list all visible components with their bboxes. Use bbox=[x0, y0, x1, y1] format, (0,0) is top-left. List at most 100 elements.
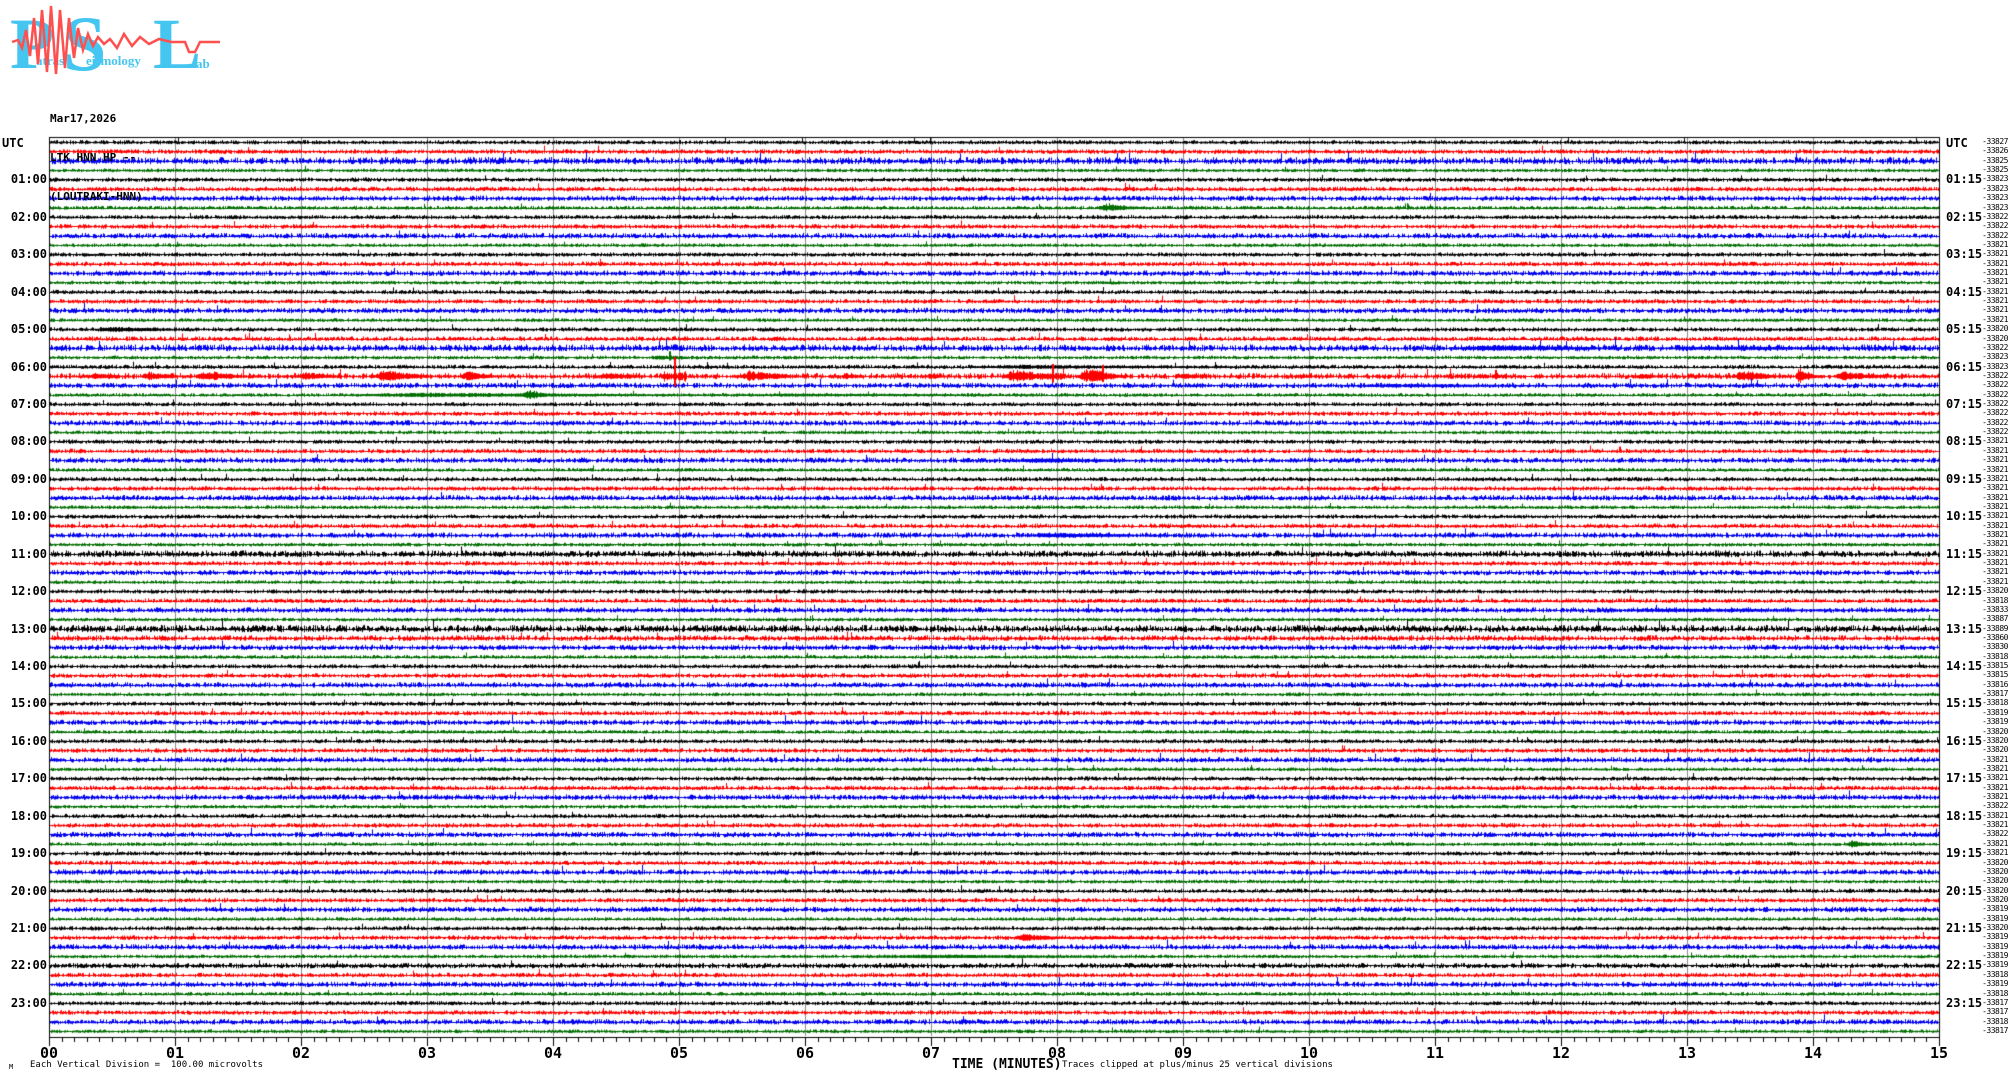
trace-offset-value: -33817 bbox=[1982, 689, 2008, 699]
trace-offset-value: -33821 bbox=[1982, 530, 2008, 540]
header-block: Mar17,2026 LTK HNN HP -- (LOUTRAKI-HNN) bbox=[50, 86, 143, 229]
trace-offset-value: -33830 bbox=[1982, 642, 2008, 652]
trace-offset-value: -33822 bbox=[1982, 380, 2008, 390]
trace-offset-value: -33820 bbox=[1982, 586, 2008, 596]
trace-offset-value: -33822 bbox=[1982, 427, 2008, 437]
trace-offset-value: -33819 bbox=[1982, 904, 2008, 914]
trace-offset-value: -33816 bbox=[1982, 679, 2008, 689]
footer-mark: M bbox=[9, 1063, 14, 1071]
hour-label-left: 01:00 bbox=[10, 172, 47, 187]
trace-offset-value: -33819 bbox=[1982, 932, 2008, 942]
trace-offset-value: -33815 bbox=[1982, 670, 2008, 680]
header-date: Mar17,2026 bbox=[50, 112, 117, 125]
trace-offset-value: -33821 bbox=[1982, 567, 2008, 577]
trace-offset-value: -33821 bbox=[1982, 754, 2008, 764]
trace-offset-value: -33820 bbox=[1982, 735, 2008, 745]
clip-note: Traces clipped at plus/minus 25 vertical… bbox=[1062, 1060, 1333, 1070]
trace-offset-value: -33821 bbox=[1982, 286, 2008, 296]
trace-offset-value: -33822 bbox=[1982, 389, 2008, 399]
trace-offset-value: -33821 bbox=[1982, 576, 2008, 586]
hour-label-left: 12:00 bbox=[10, 584, 47, 599]
hour-label-left: 15:00 bbox=[10, 696, 47, 711]
trace-offset-value: -33820 bbox=[1982, 894, 2008, 904]
trace-offset-value: -33819 bbox=[1982, 941, 2008, 951]
trace-offset-value: -33887 bbox=[1982, 614, 2008, 624]
trace-offset-value: -33823 bbox=[1982, 174, 2008, 184]
minute-tick-label: 04 bbox=[543, 1044, 563, 1062]
hour-label-left: 05:00 bbox=[10, 322, 47, 337]
trace-offset-value: -33821 bbox=[1982, 258, 2008, 268]
trace-offset-value: -33818 bbox=[1982, 698, 2008, 708]
hour-label-left: 11:00 bbox=[10, 546, 47, 561]
trace-offset-value: -33823 bbox=[1982, 361, 2008, 371]
trace-offset-value: -33815 bbox=[1982, 661, 2008, 671]
trace-offset-value: -33820 bbox=[1982, 876, 2008, 886]
minute-tick-label: 02 bbox=[291, 1044, 311, 1062]
trace-offset-value: -33827 bbox=[1982, 137, 2008, 146]
x-axis-title: TIME (MINUTES) bbox=[952, 1057, 1062, 1072]
trace-offset-value: -33821 bbox=[1982, 436, 2008, 446]
hour-label-left: 18:00 bbox=[10, 808, 47, 823]
trace-offset-value: -33822 bbox=[1982, 399, 2008, 409]
trace-offset-value: -33821 bbox=[1982, 511, 2008, 521]
logo-word-atras: atras bbox=[36, 53, 64, 68]
trace-offset-value: -33821 bbox=[1982, 455, 2008, 465]
trace-offset-value: -33821 bbox=[1982, 305, 2008, 315]
trace-offset-value: -33860 bbox=[1982, 632, 2008, 642]
utc-label-left: UTC bbox=[2, 136, 24, 150]
trace-offset-value: -33820 bbox=[1982, 324, 2008, 334]
hour-label-left: 23:00 bbox=[10, 995, 47, 1010]
psl-logo: P atras S eismology L ab bbox=[10, 2, 220, 82]
hour-label-left: 10:00 bbox=[10, 509, 47, 524]
trace-offset-value: -33817 bbox=[1982, 997, 2008, 1007]
trace-offset-value: -33821 bbox=[1982, 539, 2008, 549]
trace-offset-value: -33819 bbox=[1982, 979, 2008, 989]
trace-offset-value: -33820 bbox=[1982, 885, 2008, 895]
trace-offset-value: -33820 bbox=[1982, 866, 2008, 876]
trace-offset-value: -33822 bbox=[1982, 417, 2008, 427]
trace-offset-value: -33819 bbox=[1982, 960, 2008, 970]
trace-offset-value: -33821 bbox=[1982, 838, 2008, 848]
hour-label-left: 07:00 bbox=[10, 397, 47, 412]
trace-offset-value: -33821 bbox=[1982, 445, 2008, 455]
trace-offset-value: -33821 bbox=[1982, 558, 2008, 568]
trace-offset-value: -33825 bbox=[1982, 165, 2008, 175]
hour-label-left: 13:00 bbox=[10, 621, 47, 636]
trace-offset-value: -33819 bbox=[1982, 707, 2008, 717]
helicorder-page: P atras S eismology L ab Mar17,2026 LTK … bbox=[0, 0, 2010, 1080]
trace-offset-value: -33823 bbox=[1982, 352, 2008, 362]
hour-label-left: 22:00 bbox=[10, 958, 47, 973]
trace-offset-value: -33822 bbox=[1982, 342, 2008, 352]
trace-offset-value: -33820 bbox=[1982, 745, 2008, 755]
trace-offset-value: -33821 bbox=[1982, 492, 2008, 502]
trace-offset-value: -33821 bbox=[1982, 314, 2008, 324]
trace-offset-value: -33821 bbox=[1982, 520, 2008, 530]
hour-label-left: 09:00 bbox=[10, 471, 47, 486]
minute-tick-label: 07 bbox=[921, 1044, 941, 1062]
trace-offset-value: -33822 bbox=[1982, 408, 2008, 418]
trace-offset-value: -33821 bbox=[1982, 501, 2008, 511]
header-station-line: LTK HNN HP -- bbox=[50, 151, 137, 164]
hour-label-left: 02:00 bbox=[10, 209, 47, 224]
hour-label-left: 06:00 bbox=[10, 359, 47, 374]
trace-offset-value: -33826 bbox=[1982, 146, 2008, 156]
hour-label-left: 21:00 bbox=[10, 921, 47, 936]
trace-offset-value: -33833 bbox=[1982, 604, 2008, 614]
trace-offset-value: -33821 bbox=[1982, 810, 2008, 820]
trace-offset-value: -33819 bbox=[1982, 717, 2008, 727]
minute-tick-label: 15 bbox=[1929, 1044, 1949, 1062]
trace-offset-value: -33822 bbox=[1982, 230, 2008, 240]
trace-offset-value: -33822 bbox=[1982, 829, 2008, 839]
trace-offset-value: -33822 bbox=[1982, 801, 2008, 811]
trace-offset-value: -33821 bbox=[1982, 548, 2008, 558]
minute-tick-label: 11 bbox=[1425, 1044, 1445, 1062]
hour-label-left: 19:00 bbox=[10, 846, 47, 861]
trace-offset-value: -33821 bbox=[1982, 773, 2008, 783]
trace-offset-value: -33821 bbox=[1982, 268, 2008, 277]
trace-offset-value: -33817 bbox=[1982, 1007, 2008, 1017]
trace-offset-value: -33821 bbox=[1982, 483, 2008, 493]
trace-offset-value: -33819 bbox=[1982, 951, 2008, 961]
trace-offset-value: -33820 bbox=[1982, 857, 2008, 867]
trace-offset-value: -33818 bbox=[1982, 651, 2008, 661]
trace-offset-value: -33821 bbox=[1982, 792, 2008, 802]
